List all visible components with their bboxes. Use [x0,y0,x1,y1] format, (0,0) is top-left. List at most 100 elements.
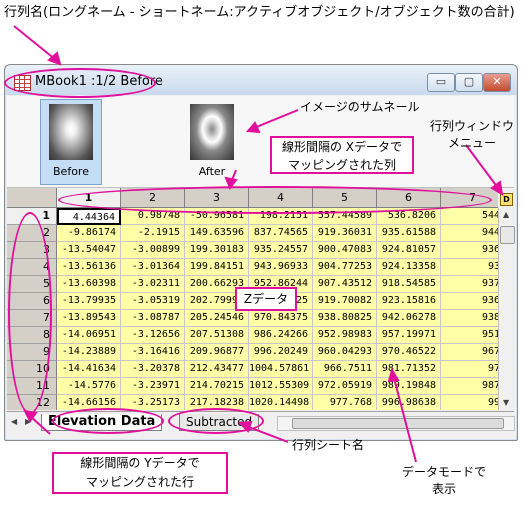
matrix-cell[interactable]: 938.80825 [313,310,377,327]
matrix-cell[interactable]: 972.05919 [313,378,377,395]
matrix-cell[interactable]: 986.24266 [249,327,313,344]
scroll-down-icon[interactable]: ▼ [503,398,509,407]
matrix-cell[interactable]: 987 [441,378,498,395]
matrix-cell[interactable]: -13.60398 [57,276,121,293]
row-header-highlight-ellipse [8,212,52,414]
matrix-cell[interactable]: 935.24557 [249,242,313,259]
matrix-cell[interactable]: 93 [441,259,498,276]
matrix-cell[interactable]: -3.00899 [121,242,185,259]
matrix-cell[interactable]: -13.54047 [57,242,121,259]
matrix-cell[interactable]: 951 [441,327,498,344]
matrix-cell[interactable]: -3.02311 [121,276,185,293]
matrix-cell[interactable]: -3.20378 [121,361,185,378]
matrix-cell[interactable]: -3.08787 [121,310,185,327]
matrix-cell[interactable]: 960.04293 [313,344,377,361]
matrix-cell[interactable]: -13.89543 [57,310,121,327]
matrix-cell[interactable]: 923.15816 [377,293,441,310]
matrix-cell[interactable]: 966.7511 [313,361,377,378]
matrix-cell[interactable]: 1012.55309 [249,378,313,395]
matrix-cell[interactable]: -3.16416 [121,344,185,361]
matrix-cell[interactable]: 209.96877 [185,344,249,361]
matrix-cell[interactable]: 942.06278 [377,310,441,327]
matrix-cell[interactable]: -14.41634 [57,361,121,378]
matrix-cell[interactable]: 970.84375 [249,310,313,327]
thumbnail-after[interactable]: After [181,99,243,185]
matrix-cell[interactable]: 996.98638 [377,395,441,410]
matrix-cell[interactable]: -9.86174 [57,225,121,242]
matrix-cell[interactable]: 199.30183 [185,242,249,259]
matrix-cell[interactable]: -14.06951 [57,327,121,344]
column-header-highlight-ellipse [58,186,492,214]
matrix-cell[interactable]: 936 [441,293,498,310]
vertical-scrollbar[interactable]: ▲ ▼ [498,208,515,410]
matrix-cell[interactable]: -13.79935 [57,293,121,310]
matrix-cell[interactable]: 212.43477 [185,361,249,378]
window-menu-callout: 行列ウィンドウ メニュー [430,119,515,150]
scroll-thumb[interactable] [500,226,515,244]
matrix-cell[interactable]: 977.768 [313,395,377,410]
matrix-cell[interactable]: -3.01364 [121,259,185,276]
matrix-cell[interactable]: 952.98983 [313,327,377,344]
matrix-cell[interactable]: 943.96933 [249,259,313,276]
matrix-cell[interactable]: -14.5776 [57,378,121,395]
scroll-thumb[interactable] [292,418,504,429]
matrix-cell[interactable]: 99 [441,395,498,410]
matrix-cell[interactable]: 919.36031 [313,225,377,242]
matrix-cell[interactable]: 970.46522 [377,344,441,361]
matrix-cell[interactable]: 957.19971 [377,327,441,344]
thumbnail-label: Before [53,165,89,178]
matrix-cell[interactable]: 544 [441,208,498,225]
matrix-cell[interactable]: 837.74565 [249,225,313,242]
matrix-cell[interactable]: 904.77253 [313,259,377,276]
sheet-name-callout: 行列シート名 [292,438,365,452]
data-mode-callout: データモードで 表示 [402,465,487,496]
matrix-cell[interactable]: 918.54585 [377,276,441,293]
tab-next-icon[interactable]: ▶ [25,417,31,426]
matrix-cell[interactable]: 989.19848 [377,378,441,395]
matrix-cell[interactable]: -3.25173 [121,395,185,410]
matrix-cell[interactable]: 967 [441,344,498,361]
matrix-cell[interactable]: -13.56136 [57,259,121,276]
horizontal-scrollbar[interactable] [277,416,515,431]
thumbnail-image [190,104,234,160]
matrix-cell[interactable]: 938 [441,310,498,327]
matrix-cell[interactable]: -14.23889 [57,344,121,361]
matrix-cell[interactable]: 944 [441,225,498,242]
matrix-cell[interactable]: 214.70215 [185,378,249,395]
matrix-cell[interactable]: -3.12656 [121,327,185,344]
matrix-cell[interactable]: 936 [441,242,498,259]
close-button[interactable]: ✕ [483,73,511,92]
matrix-cell[interactable]: 207.51308 [185,327,249,344]
maximize-button[interactable]: ▢ [455,73,483,92]
minimize-button[interactable]: ▭ [427,73,455,92]
matrix-cell[interactable]: 996.20249 [249,344,313,361]
matrix-cell[interactable]: 924.81057 [377,242,441,259]
scroll-up-icon[interactable]: ▲ [503,210,509,219]
thumbnail-before[interactable]: Before [40,99,102,185]
matrix-cell[interactable]: 935.61588 [377,225,441,242]
y-mapping-callout: 線形間隔の Yデータで マッピングされた行 [52,452,228,494]
matrix-cell[interactable]: 97 [441,361,498,378]
matrix-cell[interactable]: -3.05319 [121,293,185,310]
matrix-cell[interactable]: 4.44364 [57,208,121,225]
matrix-cell[interactable]: 149.63596 [185,225,249,242]
thumbnail-callout: イメージのサムネール [300,100,420,114]
matrix-window-menu-button[interactable]: D [500,193,513,206]
matrix-cell[interactable]: -3.23971 [121,378,185,395]
matrix-cell[interactable]: 937 [441,276,498,293]
matrix-cell[interactable]: 924.13358 [377,259,441,276]
matrix-cell[interactable]: 205.24546 [185,310,249,327]
matrix-cell[interactable]: 1004.57861 [249,361,313,378]
tab-prev-icon[interactable]: ◀ [11,417,17,426]
matrix-cell[interactable]: -2.1915 [121,225,185,242]
corner-header[interactable] [7,188,57,208]
title-highlight-ellipse [4,68,156,98]
matrix-cell[interactable]: 199.84151 [185,259,249,276]
matrix-cell[interactable]: 981.71352 [377,361,441,378]
matrix-cell[interactable]: 907.43512 [313,276,377,293]
matrix-cell[interactable]: 919.70082 [313,293,377,310]
matrix-cell[interactable]: 900.47083 [313,242,377,259]
matrix-cell[interactable]: 1020.14498 [249,395,313,410]
sheet-tab-highlight-ellipse [168,408,264,434]
matrix-name-annotation: 行列名(ロングネーム - ショートネーム:アクティブオブジェクト/オブジェクト数… [4,5,515,20]
